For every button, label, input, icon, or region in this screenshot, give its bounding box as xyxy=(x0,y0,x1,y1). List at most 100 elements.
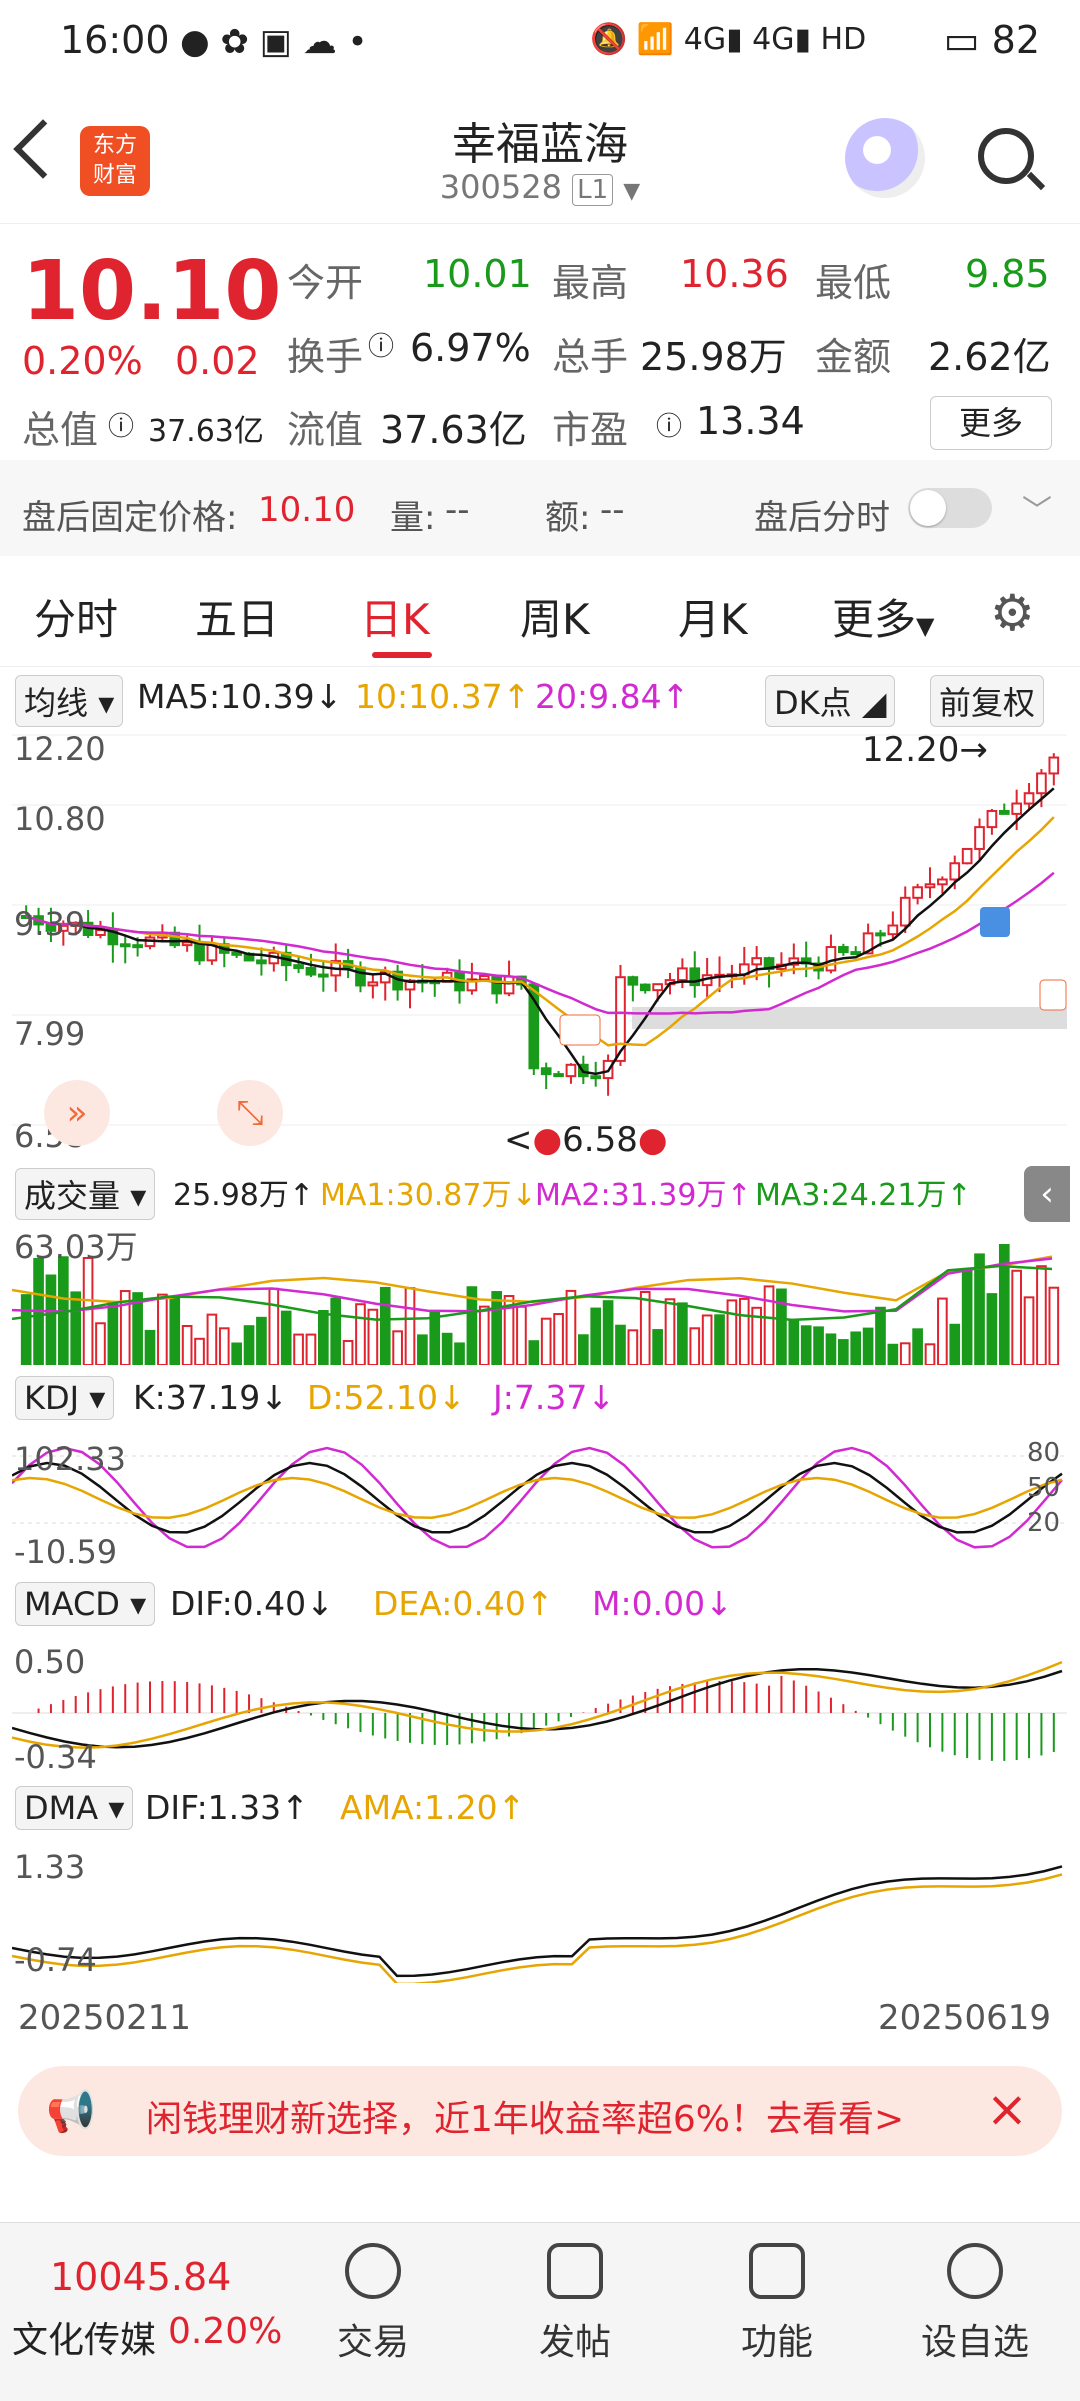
open-label: 今开 xyxy=(287,261,364,305)
volume-bar xyxy=(82,1256,94,1366)
trade-icon xyxy=(345,2243,401,2299)
change-absolute: 0.02 xyxy=(175,339,260,383)
ma-selector-label: 均线 xyxy=(24,684,89,722)
dma-ama: AMA:1.20↑ xyxy=(340,1788,526,1827)
candle-body xyxy=(540,1067,552,1076)
volume-bar xyxy=(1011,1269,1022,1367)
candle-body xyxy=(677,967,688,982)
volume-bar xyxy=(342,1339,354,1366)
dma-selector[interactable]: DMA ▾ xyxy=(15,1786,134,1830)
volume-ma3: MA3:24.21万↑ xyxy=(755,1178,972,1213)
tab-daily-k[interactable]: 日K xyxy=(360,586,430,647)
volume-bar xyxy=(181,1324,193,1367)
volume-bar xyxy=(553,1313,564,1367)
chart-tabs: 分时 五日 日K 周K 月K 更多▼ ⚙ xyxy=(0,556,1080,667)
buy-marker xyxy=(559,1014,601,1046)
index-name[interactable]: 文化传媒 xyxy=(12,2311,156,2363)
gear-icon[interactable]: ⚙ xyxy=(990,584,1035,642)
candle-body xyxy=(627,976,639,986)
volume-bar xyxy=(70,1291,82,1366)
tab-intraday[interactable]: 分时 xyxy=(34,586,118,647)
candle-body xyxy=(491,974,503,995)
stock-code: 300528 xyxy=(439,168,562,206)
pe-value: 13.34 xyxy=(696,399,805,443)
candle-body xyxy=(751,957,762,966)
kdj-level-50: 50 xyxy=(1027,1473,1061,1503)
volume-bar xyxy=(899,1342,911,1366)
search-icon[interactable] xyxy=(978,128,1034,184)
active-tab-underline xyxy=(372,652,432,658)
assistant-avatar-icon[interactable] xyxy=(845,118,925,198)
volume-bar xyxy=(318,1309,329,1366)
candle-body xyxy=(838,946,849,954)
volume-bar xyxy=(355,1303,366,1366)
close-icon[interactable]: × xyxy=(986,2080,1028,2138)
collapse-panel-icon[interactable]: ‹ xyxy=(1024,1166,1070,1222)
low-label: 最低 xyxy=(815,261,892,305)
info-icon[interactable]: ⓘ xyxy=(108,406,134,443)
volume-bar xyxy=(677,1302,688,1366)
candle-body xyxy=(231,951,242,956)
nav-trade[interactable]: 交易 xyxy=(308,2243,438,2365)
float-value: 37.63亿 xyxy=(380,408,527,452)
chevron-down-icon[interactable]: ﹀ xyxy=(1022,486,1052,530)
candle-body xyxy=(590,1075,602,1080)
promo-banner[interactable]: 📢 闲钱理财新选择，近1年收益率超6%！去看看> × xyxy=(18,2066,1062,2156)
kdj-axis-top: 102.33 xyxy=(14,1440,126,1478)
nav-add-watchlist[interactable]: 设自选 xyxy=(910,2243,1040,2365)
nav-trade-label: 交易 xyxy=(336,2322,409,2363)
macd-axis-bottom: -0.34 xyxy=(14,1738,97,1776)
adjust-button[interactable]: 前复权 xyxy=(930,675,1045,727)
notification-icons: ● ✿ ▣ ☁ • xyxy=(180,22,368,62)
dma-line xyxy=(11,1873,1063,1986)
tab-more[interactable]: 更多▼ xyxy=(832,586,934,647)
sell-marker xyxy=(980,907,1010,937)
volume-selector[interactable]: 成交量 ▾ xyxy=(15,1168,156,1220)
index-value[interactable]: 10045.84 xyxy=(50,2255,231,2299)
max-price-label: 12.20 xyxy=(862,730,960,770)
after-hours-toggle[interactable] xyxy=(908,488,992,528)
kdj-axis-bottom: -10.59 xyxy=(14,1533,118,1571)
volume-bar xyxy=(578,1334,589,1366)
macd-selector[interactable]: MACD ▾ xyxy=(15,1582,156,1626)
volume-bar xyxy=(862,1327,874,1366)
fullscreen-icon[interactable]: ⤡ xyxy=(217,1080,283,1146)
info-icon[interactable]: ⓘ xyxy=(368,326,394,363)
volume-bar xyxy=(726,1299,738,1366)
volume-bar xyxy=(1036,1265,1047,1367)
grid-icon xyxy=(749,2243,805,2299)
candle-body xyxy=(912,886,923,899)
dk-point-button[interactable]: DK点 ◢ xyxy=(765,675,896,727)
tab-weekly-k[interactable]: 周K xyxy=(520,586,590,647)
more-button[interactable]: 更多 xyxy=(930,396,1052,450)
volume-bar xyxy=(305,1333,317,1366)
tab-five-day[interactable]: 五日 xyxy=(195,586,279,647)
kdj-selector[interactable]: KDJ ▾ xyxy=(15,1376,115,1420)
moving-average-line xyxy=(25,787,1055,1076)
candle-body xyxy=(565,1063,577,1078)
volume-selector-label: 成交量 xyxy=(24,1177,121,1215)
candle-body xyxy=(924,883,936,889)
battery-level: 82 xyxy=(991,18,1040,62)
volume-value: 25.98万↑ xyxy=(173,1178,315,1213)
volume-ma2: MA2:31.39万↑ xyxy=(535,1178,752,1213)
volume-bar xyxy=(404,1287,416,1366)
tab-monthly-k[interactable]: 月K xyxy=(678,586,748,647)
expand-panel-icon[interactable]: » xyxy=(44,1080,110,1146)
after-hours-vol-label: 量: xyxy=(390,498,436,538)
volume-bar xyxy=(602,1300,614,1366)
nav-functions[interactable]: 功能 xyxy=(712,2243,842,2365)
candle-body xyxy=(293,964,304,969)
mktcap-label: 总值 xyxy=(22,408,99,452)
info-icon[interactable]: ⓘ xyxy=(656,406,682,443)
volume-ma-line xyxy=(11,1257,1053,1313)
volume-bar xyxy=(850,1331,862,1366)
volume-bar xyxy=(417,1334,428,1366)
nav-post-label: 发帖 xyxy=(538,2322,611,2363)
price-axis-3: 9.39 xyxy=(14,905,86,943)
kline-chart[interactable]: 12.20 10.80 9.39 7.99 6.58 12.20→ <●6.58… xyxy=(12,725,1067,1160)
candle-body xyxy=(639,983,651,992)
candle-body xyxy=(974,826,985,850)
ma-selector[interactable]: 均线 ▾ xyxy=(15,675,124,727)
nav-post[interactable]: 发帖 xyxy=(510,2243,640,2365)
